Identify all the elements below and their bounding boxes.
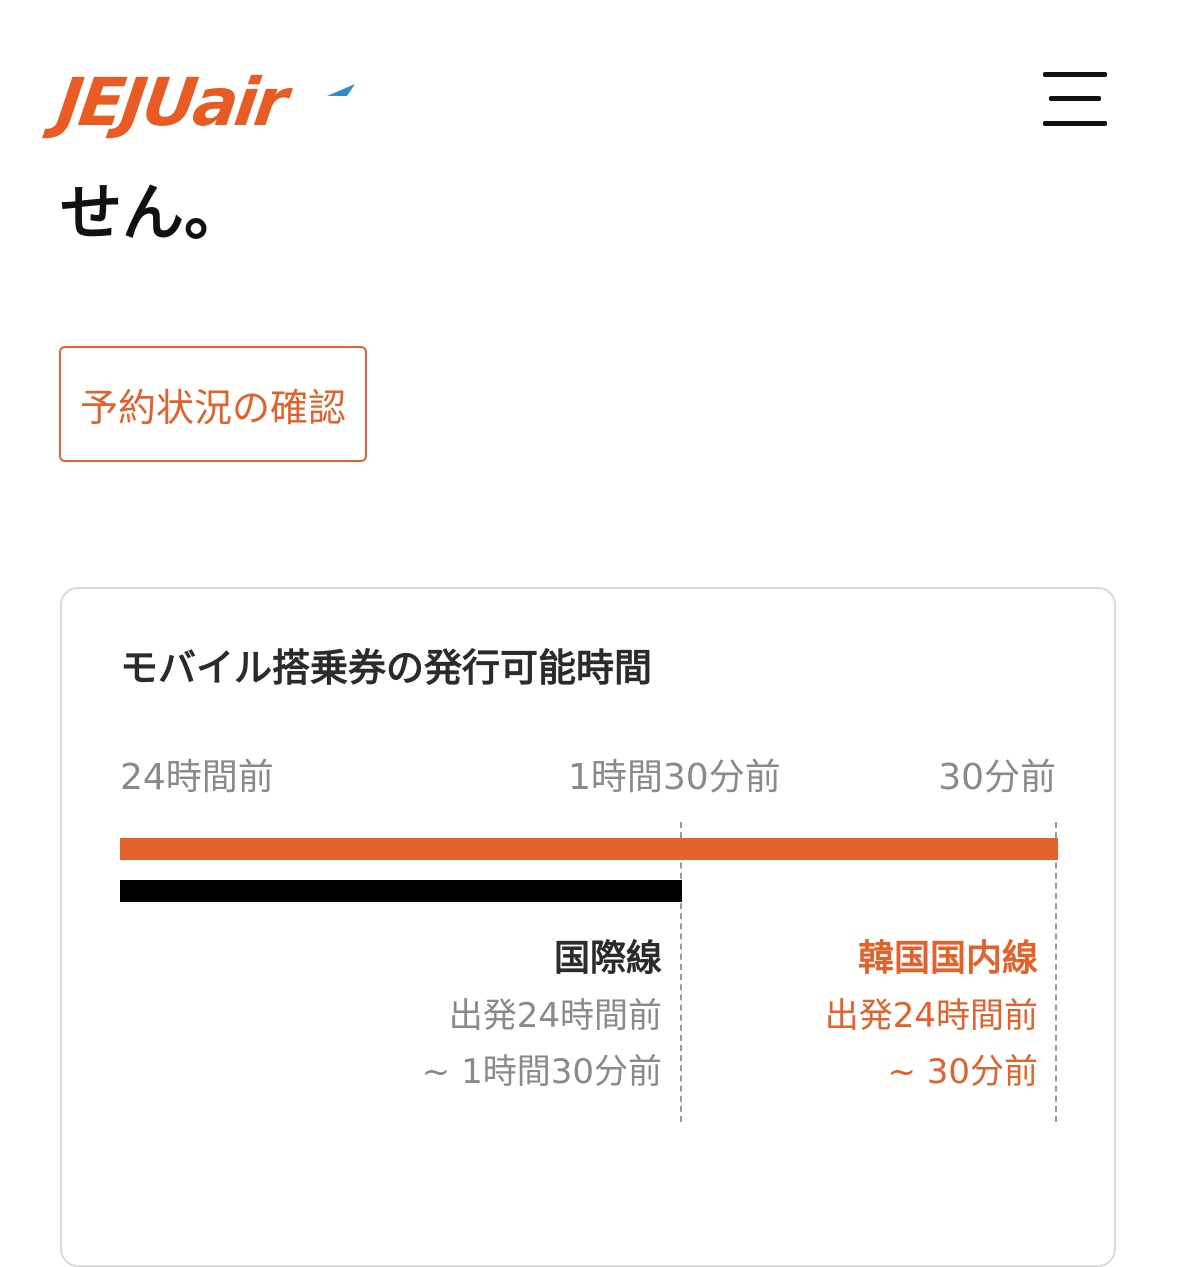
- menu-bar-bottom: [1043, 121, 1107, 126]
- jejuair-logo[interactable]: JEJUair: [53, 64, 290, 141]
- logo-accent-mark: [327, 84, 355, 96]
- international-title: 国際線: [553, 938, 662, 979]
- tick-label-24h: 24時間前: [120, 757, 274, 798]
- domestic-line1: 出発24時間前: [824, 996, 1038, 1036]
- divider-30m: [1055, 822, 1057, 1122]
- domestic-legend: 韓国国内線 出発24時間前 ~ 30分前: [825, 930, 1038, 1100]
- menu-bar-middle: [1049, 96, 1101, 101]
- tick-label-1h30m: 1時間30分前: [568, 757, 781, 798]
- domestic-line2: ~ 30分前: [887, 1052, 1038, 1092]
- international-line2: ~ 1時間30分前: [421, 1052, 662, 1092]
- international-legend: 国際線 出発24時間前 ~ 1時間30分前: [422, 930, 662, 1100]
- international-line1: 出発24時間前: [448, 996, 662, 1036]
- divider-1h30m: [680, 822, 682, 1122]
- card-title: モバイル搭乗券の発行可能時間: [120, 646, 653, 690]
- domestic-title: 韓国国内線: [857, 938, 1038, 979]
- menu-bar-top: [1043, 72, 1107, 77]
- check-reservation-button[interactable]: 予約状況の確認: [59, 346, 367, 462]
- international-timeline-bar: [120, 880, 682, 902]
- tick-label-30m: 30分前: [938, 757, 1056, 798]
- domestic-timeline-bar: [120, 838, 1058, 860]
- hamburger-menu-button[interactable]: [1040, 72, 1110, 130]
- page-heading-partial: せん。: [60, 176, 247, 249]
